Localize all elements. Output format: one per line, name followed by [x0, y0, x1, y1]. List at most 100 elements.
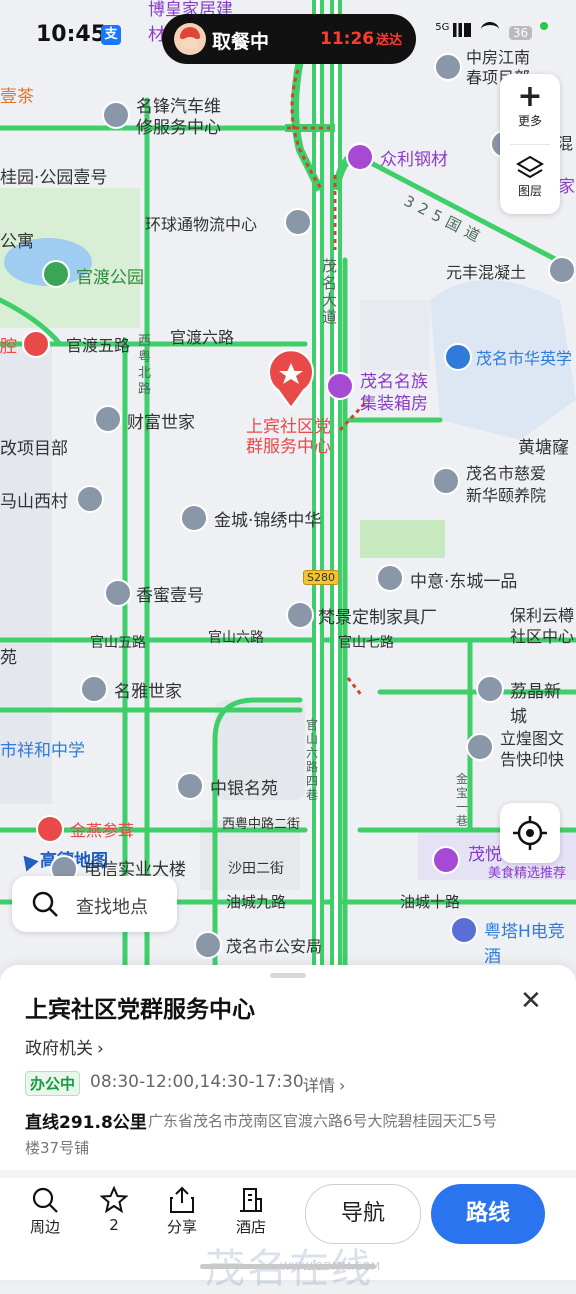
- amap-logo-icon: [17, 850, 39, 872]
- delivery-eta: 11:26 送达: [320, 29, 403, 49]
- navigate-button[interactable]: 导航: [305, 1184, 421, 1244]
- selected-poi-pin[interactable]: [266, 349, 316, 410]
- poi-label[interactable]: 公寓: [0, 227, 34, 252]
- hotel-building-icon: [240, 1188, 262, 1212]
- print-shop-icon[interactable]: [466, 733, 494, 761]
- poi-label[interactable]: 梵景定制家具厂: [318, 603, 437, 628]
- hotel-button[interactable]: 酒店: [221, 1186, 281, 1237]
- promo-label[interactable]: 美食精选推荐: [488, 862, 566, 881]
- poi-label[interactable]: 金城·锦绣中华: [214, 506, 321, 531]
- layers-button[interactable]: 图层: [500, 154, 560, 199]
- poi-label[interactable]: 告快印快: [500, 746, 564, 770]
- school-icon[interactable]: [444, 343, 472, 371]
- residence-icon[interactable]: [94, 405, 122, 433]
- poi-label[interactable]: 粤塔H电竞酒: [484, 917, 576, 967]
- shop-icon[interactable]: [432, 846, 460, 874]
- poi-label[interactable]: 茂名市慈爱: [466, 460, 546, 484]
- residence-icon[interactable]: [104, 579, 132, 607]
- star-icon: [100, 1186, 128, 1214]
- poi-label[interactable]: 桂园·公园壹号: [0, 163, 107, 188]
- residence-icon[interactable]: [476, 675, 504, 703]
- poi-label[interactable]: 新华颐养院: [466, 482, 546, 506]
- poi-label[interactable]: 名雅世家: [114, 677, 182, 702]
- residence-icon[interactable]: [180, 504, 208, 532]
- poi-label[interactable]: 官渡公园: [76, 263, 144, 288]
- sheet-drag-handle[interactable]: [270, 973, 306, 978]
- search-placeholder: 查找地点: [76, 897, 148, 918]
- poi-label[interactable]: 马山西村: [0, 487, 68, 512]
- residence-icon[interactable]: [376, 564, 404, 592]
- road-label: 沙田二街: [228, 861, 284, 877]
- dental-icon[interactable]: [22, 330, 50, 358]
- poi-label[interactable]: 壹茶: [0, 82, 34, 107]
- search-bar[interactable]: 查找地点: [12, 876, 177, 932]
- delivery-status-pill[interactable]: 取餐中 11:26 送达: [162, 14, 416, 64]
- favorite-count: 2: [109, 1216, 119, 1234]
- road-label: 茂名大道: [322, 257, 338, 326]
- residence-icon[interactable]: [76, 485, 104, 513]
- favorite-button[interactable]: 2: [84, 1186, 144, 1234]
- logistics-icon[interactable]: [284, 208, 312, 236]
- residence-icon[interactable]: [432, 467, 460, 495]
- poi-label[interactable]: 中意·东城一品: [410, 567, 517, 592]
- poi-label[interactable]: 众利钢材: [380, 145, 448, 170]
- poi-label[interactable]: 苑: [0, 643, 17, 668]
- road-label: 西粤北路: [138, 334, 152, 397]
- poi-address: 广东省茂名市茂南区官渡六路6号大院碧桂园天汇5号: [148, 1112, 498, 1130]
- park-icon[interactable]: [42, 260, 70, 288]
- poi-label[interactable]: 茂名市华英学: [476, 345, 572, 369]
- more-button[interactable]: + 更多: [500, 82, 560, 129]
- poi-label[interactable]: 修服务中心: [136, 113, 221, 138]
- residence-icon[interactable]: [80, 675, 108, 703]
- poi-label[interactable]: 集装箱房: [360, 389, 428, 414]
- search-icon: [32, 891, 58, 917]
- residence-icon[interactable]: [176, 772, 204, 800]
- alipay-icon: 支: [101, 25, 121, 45]
- details-link[interactable]: 详情 ›: [303, 1072, 345, 1096]
- poi-title: 上宾社区党群服务中心: [25, 997, 255, 1023]
- car-service-icon[interactable]: [102, 101, 130, 129]
- share-button[interactable]: 分享: [152, 1186, 212, 1237]
- poi-label[interactable]: 社区中心: [510, 623, 574, 647]
- poi-label[interactable]: 改项目部: [0, 434, 68, 459]
- factory-icon[interactable]: [286, 601, 314, 629]
- chevron-right-icon: ›: [339, 1076, 346, 1095]
- hotel-icon[interactable]: [450, 916, 478, 944]
- chevron-right-icon: ›: [97, 1039, 104, 1059]
- poi-label[interactable]: 市祥和中学: [0, 736, 85, 761]
- nearby-button[interactable]: 周边: [15, 1186, 75, 1237]
- police-icon[interactable]: [194, 931, 222, 959]
- highway-shield: S280: [303, 570, 339, 585]
- road-label: 西粤中路二街: [222, 817, 301, 832]
- poi-label[interactable]: 荔晶新城: [510, 677, 576, 727]
- selected-poi-label[interactable]: 群服务中心: [246, 432, 331, 457]
- layers-label: 图层: [517, 184, 542, 198]
- close-icon[interactable]: ✕: [520, 986, 542, 1016]
- building-icon[interactable]: [434, 53, 462, 81]
- plus-icon: +: [517, 79, 543, 114]
- poi-category[interactable]: 政府机关 ›: [25, 1034, 104, 1059]
- road-label: 官渡五路: [66, 336, 131, 355]
- open-status-badge: 办公中: [25, 1071, 81, 1096]
- system-status-icons: 5G 36: [435, 22, 548, 40]
- poi-address-line2: 楼37号铺: [25, 1139, 90, 1157]
- locate-button[interactable]: [500, 803, 560, 863]
- home-indicator[interactable]: [200, 1264, 376, 1269]
- poi-label[interactable]: 家: [558, 172, 575, 197]
- pharmacy-icon[interactable]: [36, 815, 64, 843]
- building-icon[interactable]: [548, 256, 576, 284]
- poi-label[interactable]: 环球通物流中心: [145, 211, 257, 235]
- shop-icon[interactable]: [326, 372, 354, 400]
- poi-label[interactable]: 茂名市公安局: [226, 933, 322, 957]
- poi-label[interactable]: 财富世家: [127, 408, 195, 433]
- road-label: 官山七路: [338, 635, 394, 651]
- route-button[interactable]: 路线: [431, 1184, 545, 1244]
- poi-label[interactable]: 元丰混凝土: [446, 259, 526, 283]
- shop-icon[interactable]: [346, 143, 374, 171]
- poi-label[interactable]: 金燕参茸: [70, 817, 134, 841]
- poi-label[interactable]: 腔: [0, 332, 17, 357]
- wifi-icon: [481, 22, 500, 37]
- sheet-divider: [0, 1170, 576, 1178]
- poi-label[interactable]: 香蜜壹号: [136, 581, 204, 606]
- poi-label[interactable]: 中银名苑: [210, 774, 278, 799]
